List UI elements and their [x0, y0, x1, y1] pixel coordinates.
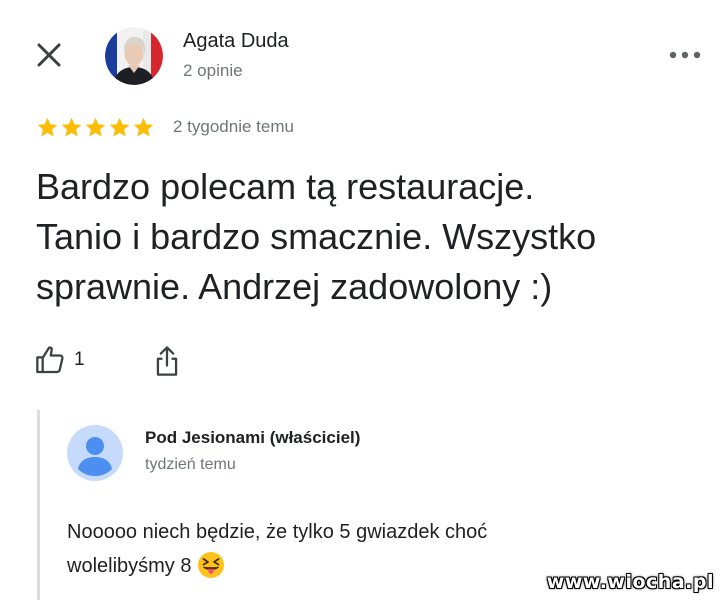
star-icon [36, 116, 59, 139]
reply-text-line: Nooooo niech będzie, że tylko 5 gwiazdek… [67, 515, 667, 549]
star-icon [108, 116, 131, 139]
reviewer-name[interactable]: Agata Duda [183, 30, 289, 53]
thumb-up-icon [34, 344, 66, 376]
more-horizontal-icon [669, 51, 701, 59]
close-button[interactable] [30, 36, 68, 74]
review-time: 2 tygodnie temu [173, 117, 294, 137]
like-button[interactable]: 1 [34, 344, 85, 376]
review-text-line: Tanio i bardzo smacznie. Wszystko [36, 212, 716, 262]
reply-text-line: wolelibyśmy 8 [67, 555, 191, 577]
watermark: www.wiocha.pl [547, 571, 714, 593]
review-text: Bardzo polecam tą restauracje. Tanio i b… [36, 162, 716, 312]
reply-divider [37, 410, 40, 600]
like-count: 1 [74, 349, 85, 371]
share-button[interactable] [150, 342, 184, 380]
owner-avatar[interactable] [67, 425, 123, 481]
reviewer-review-count: 2 opinie [183, 61, 243, 81]
star-icon [60, 116, 83, 139]
review-text-line: sprawnie. Andrzej zadowolony :) [36, 262, 716, 312]
reviewer-photo [105, 27, 163, 85]
owner-name: Pod Jesionami (właściciel) [145, 428, 360, 448]
star-icon [84, 116, 107, 139]
review-text-line: Bardzo polecam tą restauracje. [36, 162, 716, 212]
share-icon [153, 344, 181, 378]
star-rating [36, 116, 155, 139]
squinting-face-with-tongue-icon [197, 551, 225, 579]
more-options-button[interactable] [664, 40, 706, 70]
reviewer-avatar[interactable] [105, 27, 163, 85]
star-icon [132, 116, 155, 139]
close-icon [36, 42, 62, 68]
person-icon [67, 425, 123, 481]
owner-reply-time: tydzień temu [145, 456, 236, 474]
